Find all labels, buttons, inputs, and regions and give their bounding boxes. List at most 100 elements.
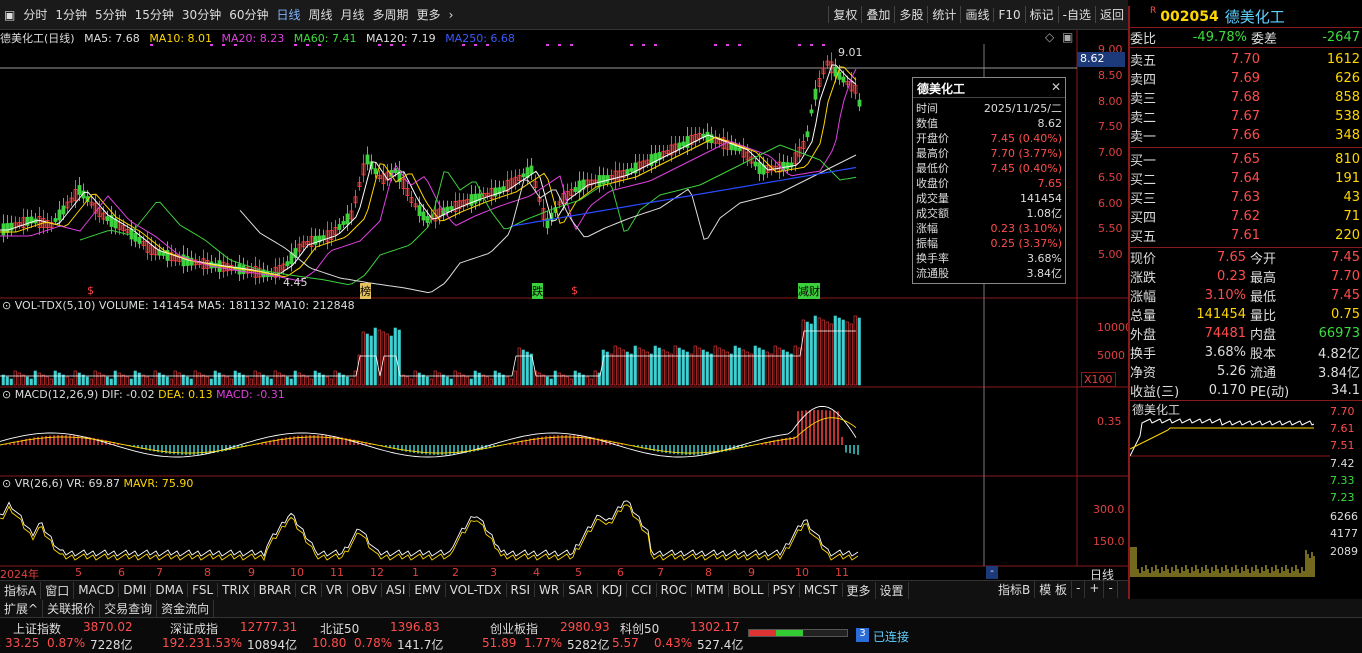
window-restore-icon[interactable]: ▣	[1062, 30, 1073, 44]
volume-bar	[353, 370, 357, 386]
index-name[interactable]: 深证成指	[170, 620, 218, 637]
indicator-tab[interactable]: SAR	[564, 583, 598, 597]
indicator-tab[interactable]: ASI	[382, 583, 411, 597]
tab-more[interactable]: 更多	[413, 6, 445, 23]
index-name[interactable]: 创业板指	[490, 620, 538, 637]
volume-bar	[573, 370, 577, 386]
tab-daily[interactable]: 日线	[272, 6, 304, 23]
tab-30min[interactable]: 30分钟	[178, 6, 225, 23]
tab-weekly[interactable]: 周线	[305, 6, 337, 23]
volume-bar	[817, 317, 821, 386]
indicator-tab[interactable]: 窗口	[41, 581, 75, 599]
tab-fenshi[interactable]: 分时	[19, 6, 51, 23]
indicator-tab[interactable]: MTM	[692, 583, 729, 597]
mark-button[interactable]: 标记	[1024, 6, 1058, 23]
order-book-row[interactable]: 卖三 7.68 858	[1130, 88, 1362, 107]
order-book-row[interactable]: 卖二 7.67 538	[1130, 107, 1362, 126]
back-button[interactable]: 返回	[1094, 6, 1128, 23]
indicator-tab[interactable]: 更多	[843, 581, 876, 599]
menu-toggle-icon[interactable]: ▣	[0, 8, 19, 22]
indicator-tab[interactable]: RSI	[507, 583, 536, 597]
event-marker[interactable]: $	[571, 284, 578, 297]
event-marker[interactable]: 减财	[798, 283, 820, 299]
volume-bar	[241, 374, 245, 386]
indicator-tab[interactable]: 指标A	[0, 581, 42, 599]
f10-button[interactable]: F10	[993, 7, 1024, 22]
template-tab[interactable]: 模 板	[1035, 581, 1073, 598]
fund-flow-tab[interactable]: 资金流向	[157, 599, 215, 617]
tab-multi-period[interactable]: 多周期	[369, 6, 413, 23]
remove-watchlist-button[interactable]: -自选	[1057, 6, 1095, 23]
index-name[interactable]: 科创50	[620, 620, 659, 637]
collapse-icon[interactable]: ⊙	[2, 299, 11, 312]
popup-row-value: 7.65	[1037, 177, 1063, 190]
overlay-button[interactable]: 叠加	[861, 6, 894, 23]
fuquan-button[interactable]: 复权	[828, 6, 861, 23]
event-marker[interactable]: 榜	[360, 283, 371, 299]
stats-button[interactable]: 统计	[927, 6, 960, 23]
level-label: 买三	[1130, 192, 1157, 207]
index-name[interactable]: 上证指数	[13, 620, 61, 637]
signal-dot	[714, 44, 717, 46]
tab-5min[interactable]: 5分钟	[91, 6, 131, 23]
index-name[interactable]: 北证50	[320, 620, 359, 637]
indicator-tab[interactable]: MACD	[74, 583, 120, 597]
collapse-icon[interactable]: ⊙	[2, 388, 11, 401]
indicator-tab[interactable]: CR	[296, 583, 322, 597]
tab-60min[interactable]: 60分钟	[225, 6, 272, 23]
indicator-tab[interactable]: TRIX	[218, 583, 255, 597]
indicator-tab[interactable]: KDJ	[598, 583, 628, 597]
order-book-row[interactable]: 买四 7.62 71	[1130, 207, 1362, 226]
volume-bar	[385, 333, 389, 386]
diamond-icon[interactable]: ◇	[1045, 30, 1054, 44]
order-book-row[interactable]: 卖四 7.69 626	[1130, 69, 1362, 88]
volume-bar	[629, 353, 633, 386]
event-marker[interactable]: 跌	[532, 283, 543, 299]
close-icon[interactable]: ✕	[1051, 80, 1061, 95]
zoom-out-button[interactable]: -	[1072, 581, 1086, 598]
order-book-row[interactable]: 买三 7.63 43	[1130, 188, 1362, 207]
indicator-tab[interactable]: WR	[535, 583, 565, 597]
popup-row-label: 数值	[916, 117, 938, 130]
draw-button[interactable]: 画线	[960, 6, 993, 23]
indicator-tab[interactable]: DMI	[119, 583, 152, 597]
volume-bar	[765, 351, 769, 386]
order-book-row[interactable]: 买五 7.61 220	[1130, 226, 1362, 245]
order-book-row[interactable]: 买一 7.65 810	[1130, 150, 1362, 169]
related-quotes-tab[interactable]: 关联报价	[43, 599, 101, 617]
trade-query-tab[interactable]: 交易查询	[100, 599, 158, 617]
chevron-right-icon[interactable]: ›	[445, 8, 458, 22]
event-marker[interactable]: $	[87, 284, 94, 297]
indicator-tab[interactable]: PSY	[769, 583, 800, 597]
indicator-tab[interactable]: DMA	[151, 583, 189, 597]
minimize-button[interactable]: -	[1104, 581, 1118, 598]
indicator-tab[interactable]: OBV	[348, 583, 383, 597]
price-tick: 8.50	[1098, 69, 1123, 82]
indicator-tab[interactable]: BRAR	[255, 583, 297, 597]
order-book-row[interactable]: 卖五 7.70 1612	[1130, 50, 1362, 69]
indicator-tab[interactable]: VOL-TDX	[446, 583, 507, 597]
tab-monthly[interactable]: 月线	[337, 6, 369, 23]
tab-1min[interactable]: 1分钟	[51, 6, 91, 23]
zoom-in-button[interactable]: +	[1085, 581, 1105, 598]
mini-intraday-chart[interactable]	[1130, 401, 1362, 581]
indicator-tab[interactable]: FSL	[188, 583, 219, 597]
indicator-tab[interactable]: ROC	[657, 583, 692, 597]
collapse-icon[interactable]: ⊙	[2, 477, 11, 490]
indicator-b-tab[interactable]: 指标B	[994, 581, 1036, 598]
connection-status[interactable]: 已连接	[873, 628, 909, 645]
order-book-row[interactable]: 卖一 7.66 348	[1130, 126, 1362, 145]
indicator-tab[interactable]: BOLL	[729, 583, 769, 597]
indicator-tab[interactable]: CCI	[627, 583, 657, 597]
indicator-tab[interactable]: MCST	[800, 583, 843, 597]
tab-15min[interactable]: 15分钟	[131, 6, 178, 23]
indicator-tab[interactable]: VR	[322, 583, 348, 597]
multi-stock-button[interactable]: 多股	[894, 6, 927, 23]
stat-value: 7.70	[1331, 269, 1360, 284]
expand-tab[interactable]: 扩展^	[0, 599, 44, 617]
order-book-row[interactable]: 买二 7.64 191	[1130, 169, 1362, 188]
popup-row-label: 振幅	[916, 237, 938, 250]
candle	[757, 162, 762, 174]
indicator-tab[interactable]: EMV	[410, 583, 446, 597]
indicator-tab[interactable]: 设置	[876, 581, 909, 599]
